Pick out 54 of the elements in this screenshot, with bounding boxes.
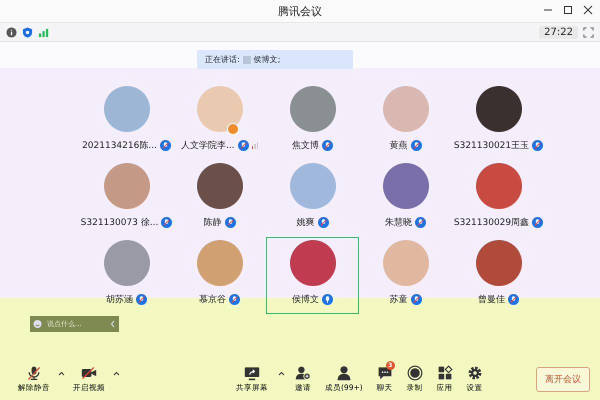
- fullscreen-icon[interactable]: [583, 26, 594, 38]
- avatar-photo: [196, 240, 242, 286]
- participant-name: 胡苏涵: [106, 294, 133, 306]
- apps-icon: [436, 365, 453, 381]
- close-icon[interactable]: [582, 4, 594, 16]
- avatar-photo: [476, 86, 522, 132]
- caret-icon[interactable]: [113, 371, 120, 376]
- shield-icon[interactable]: [22, 26, 33, 38]
- avatar-photo: [382, 240, 428, 286]
- speaker-avatar: [242, 56, 251, 64]
- add-person-icon: [295, 365, 311, 381]
- speaker-name: 侯博文;: [254, 54, 280, 65]
- participant-name: 朱慧晓: [385, 216, 412, 229]
- avatar-photo: [290, 86, 336, 132]
- participant-name: 苏童: [390, 294, 408, 306]
- info-icon[interactable]: [6, 26, 17, 38]
- caret-icon[interactable]: [278, 371, 285, 376]
- meeting-timer: 27:22: [539, 26, 578, 38]
- avatar-photo: [382, 163, 428, 209]
- participant-name: S321130029周鑫: [454, 216, 530, 229]
- avatar-photo: [476, 240, 522, 286]
- participant-name: 人文学院李...: [180, 140, 235, 152]
- avatar-photo: [104, 163, 150, 209]
- avatar-photo: [382, 86, 428, 132]
- person-icon: [336, 365, 352, 381]
- settings-icon: [466, 365, 483, 381]
- emoji-icon[interactable]: [30, 316, 45, 332]
- leave-meeting-button[interactable]: 离开会议: [536, 366, 590, 392]
- participant-name: 焦文博: [292, 140, 319, 152]
- record-icon: [406, 365, 423, 381]
- participant-name: 曾曼佳: [478, 294, 505, 306]
- avatar-photo: [104, 240, 150, 286]
- avatar-photo: [196, 163, 242, 209]
- collapse-icon[interactable]: [107, 316, 119, 332]
- participant-name: 2021134216陈...: [82, 140, 157, 152]
- monitor-icon: [244, 365, 260, 381]
- window-title: 腾讯会议: [278, 4, 322, 18]
- camera-off-icon: [81, 365, 97, 381]
- participant-name: 姚爽: [296, 216, 314, 229]
- caret-icon[interactable]: [58, 371, 65, 376]
- avatar-photo: [290, 163, 336, 209]
- participant-name: 慕京谷: [199, 294, 226, 306]
- participant-name: 黄燕: [390, 140, 408, 152]
- participant-name: S321130073 徐...: [80, 216, 158, 229]
- speaking-label: 正在讲话:: [205, 54, 240, 65]
- avatar-photo: [476, 163, 522, 209]
- avatar-photo: [104, 86, 150, 132]
- avatar-photo: [196, 86, 242, 132]
- muted-mic-icon: [26, 365, 42, 381]
- participant-name: 陈静: [204, 216, 222, 229]
- participant-name: 侯博文: [292, 294, 319, 306]
- maximize-icon[interactable]: [562, 4, 574, 16]
- participant-name: S321130021王玉: [454, 140, 530, 152]
- avatar-photo: [290, 240, 336, 286]
